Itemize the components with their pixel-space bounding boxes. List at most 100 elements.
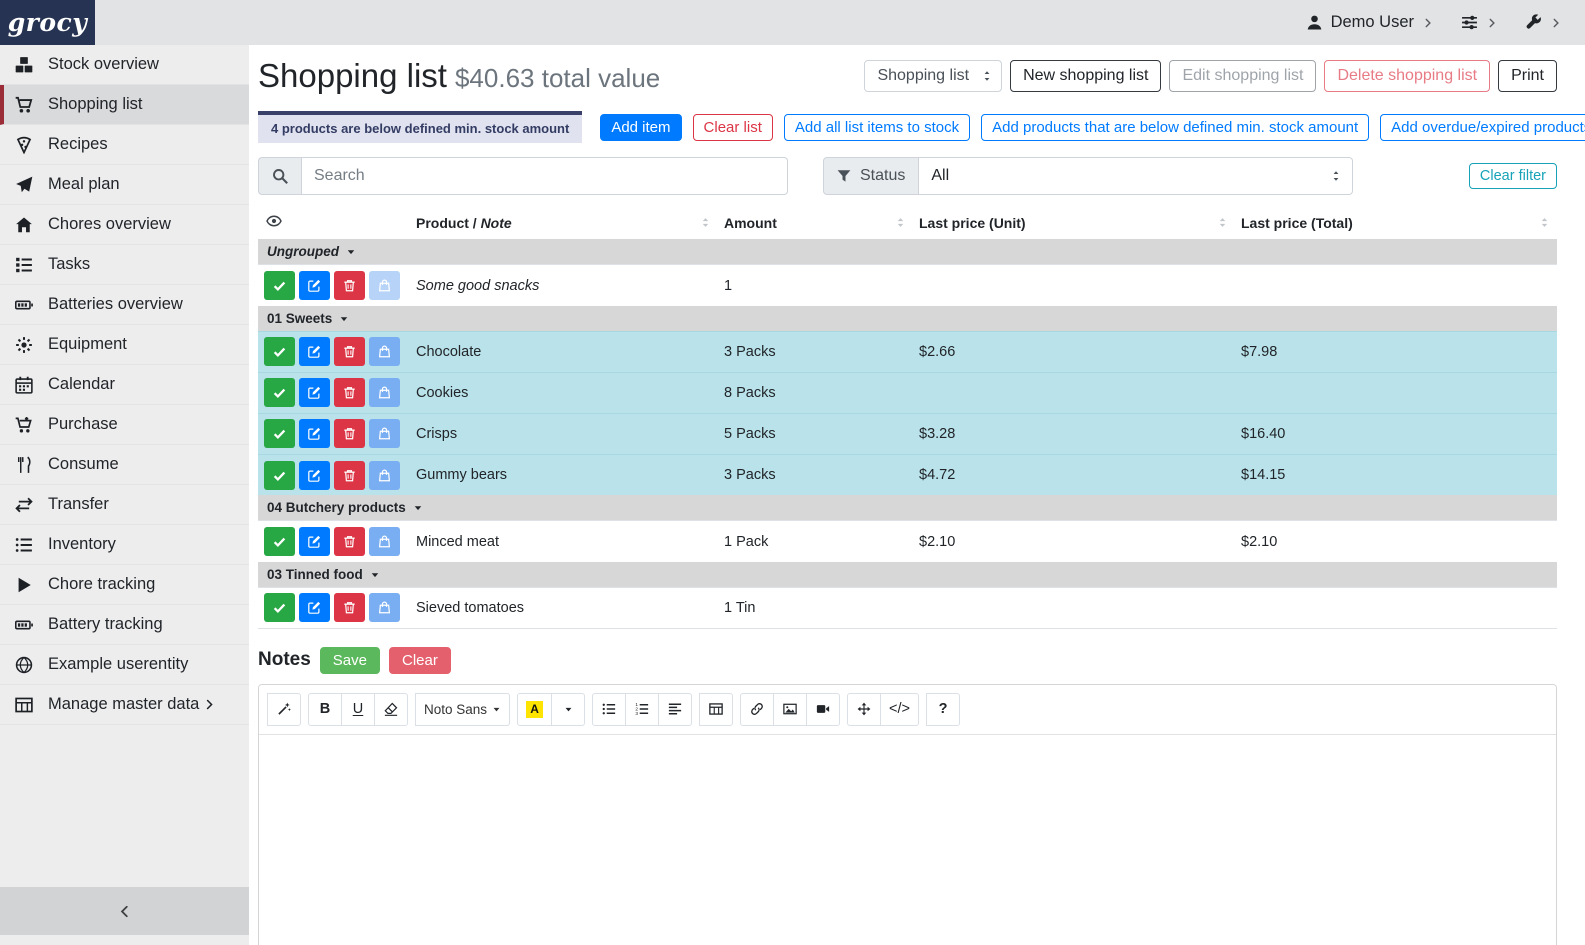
sidebar-item-calendar[interactable]: Calendar xyxy=(0,365,249,405)
edit-shopping-list-button[interactable]: Edit shopping list xyxy=(1169,60,1316,92)
row-edit-button[interactable] xyxy=(299,271,330,300)
sidebar-item-equipment[interactable]: Equipment xyxy=(0,325,249,365)
notes-editor[interactable] xyxy=(259,735,1556,945)
sidebar-item-manage-master-data[interactable]: Manage master data xyxy=(0,685,249,725)
new-shopping-list-button[interactable]: New shopping list xyxy=(1010,60,1161,92)
sidebar-item-stock-overview[interactable]: Stock overview xyxy=(0,45,249,85)
edit-icon xyxy=(308,279,321,292)
sidebar-item-recipes[interactable]: Recipes xyxy=(0,125,249,165)
row-delete-button[interactable] xyxy=(334,527,365,556)
user-menu[interactable]: Demo User xyxy=(1306,13,1433,32)
notes-clear-button[interactable]: Clear xyxy=(389,647,451,674)
row-mark-done-button[interactable] xyxy=(264,419,295,448)
paragraph-style-button[interactable] xyxy=(658,693,692,726)
insert-video-button[interactable] xyxy=(806,693,840,726)
sidebar-collapse-button[interactable] xyxy=(0,887,249,935)
underline-button[interactable]: U xyxy=(341,693,375,726)
sidebar-item-chores-overview[interactable]: Chores overview xyxy=(0,205,249,245)
row-delete-button[interactable] xyxy=(334,461,365,490)
row-delete-button[interactable] xyxy=(334,378,365,407)
row-edit-button[interactable] xyxy=(299,337,330,366)
row-mark-done-button[interactable] xyxy=(264,461,295,490)
font-color-button[interactable]: A xyxy=(517,693,552,726)
insert-table-button[interactable] xyxy=(699,693,733,726)
row-delete-button[interactable] xyxy=(334,593,365,622)
row-add-to-stock-button[interactable] xyxy=(369,271,400,300)
row-add-to-stock-button[interactable] xyxy=(369,378,400,407)
column-amount[interactable]: Amount xyxy=(718,208,913,239)
sidebar-item-tasks[interactable]: Tasks xyxy=(0,245,249,285)
clear-formatting-button[interactable] xyxy=(374,693,408,726)
cart-plus-icon xyxy=(15,416,37,434)
search-input[interactable] xyxy=(302,157,788,195)
fullscreen-button[interactable] xyxy=(847,693,881,726)
product-group-row-01-sweets[interactable]: 01 Sweets xyxy=(258,306,1557,332)
add-all-to-stock-button[interactable]: Add all list items to stock xyxy=(784,114,970,141)
product-group-row-ungrouped[interactable]: Ungrouped xyxy=(258,239,1557,265)
row-mark-done-button[interactable] xyxy=(264,527,295,556)
sidebar-item-transfer[interactable]: Transfer xyxy=(0,485,249,525)
row-delete-button[interactable] xyxy=(334,271,365,300)
sidebar-item-batteries-overview[interactable]: Batteries overview xyxy=(0,285,249,325)
insert-link-button[interactable] xyxy=(740,693,774,726)
row-edit-button[interactable] xyxy=(299,378,330,407)
status-select[interactable]: All xyxy=(919,157,1353,195)
font-color-dropdown-button[interactable] xyxy=(551,693,585,726)
sidebar-item-meal-plan[interactable]: Meal plan xyxy=(0,165,249,205)
row-edit-button[interactable] xyxy=(299,461,330,490)
sidebar-item-shopping-list[interactable]: Shopping list xyxy=(0,85,249,125)
below-min-stock-notice[interactable]: 4 products are below defined min. stock … xyxy=(258,111,582,143)
unordered-list-button[interactable] xyxy=(592,693,626,726)
sidebar-nav: Stock overview Shopping list Recipes Mea… xyxy=(0,45,249,725)
sidebar-item-inventory[interactable]: Inventory xyxy=(0,525,249,565)
sidebar-item-example-userentity[interactable]: Example userentity xyxy=(0,645,249,685)
product-group-row-04-butchery-products[interactable]: 04 Butchery products xyxy=(258,495,1557,521)
row-add-to-stock-button[interactable] xyxy=(369,419,400,448)
code-view-button[interactable]: </> xyxy=(880,693,919,726)
sidebar-item-chore-tracking[interactable]: Chore tracking xyxy=(0,565,249,605)
row-add-to-stock-button[interactable] xyxy=(369,593,400,622)
ordered-list-button[interactable]: 123 xyxy=(625,693,659,726)
link-icon xyxy=(750,702,764,716)
row-edit-button[interactable] xyxy=(299,419,330,448)
sidebar-item-battery-tracking[interactable]: Battery tracking xyxy=(0,605,249,645)
row-mark-done-button[interactable] xyxy=(264,593,295,622)
row-edit-button[interactable] xyxy=(299,527,330,556)
row-add-to-stock-button[interactable] xyxy=(369,527,400,556)
shopping-list-select[interactable]: Shopping list xyxy=(864,60,1002,92)
sidebar-item-purchase[interactable]: Purchase xyxy=(0,405,249,445)
column-last-price-total[interactable]: Last price (Total) xyxy=(1235,208,1557,239)
row-add-to-stock-button[interactable] xyxy=(369,337,400,366)
bold-button[interactable]: B xyxy=(308,693,342,726)
row-mark-done-button[interactable] xyxy=(264,378,295,407)
magic-style-button[interactable] xyxy=(267,693,301,726)
list-icon xyxy=(15,536,37,554)
display-settings-menu[interactable] xyxy=(1461,14,1497,31)
clear-list-button[interactable]: Clear list xyxy=(693,114,773,141)
help-button[interactable]: ? xyxy=(926,693,960,726)
row-mark-done-button[interactable] xyxy=(264,337,295,366)
eye-toggle-icon[interactable] xyxy=(266,213,282,229)
font-family-select[interactable]: Noto Sans xyxy=(415,693,510,726)
row-add-to-stock-button[interactable] xyxy=(369,461,400,490)
insert-picture-button[interactable] xyxy=(773,693,807,726)
row-delete-button[interactable] xyxy=(334,419,365,448)
print-button[interactable]: Print xyxy=(1498,60,1557,92)
notes-save-button[interactable]: Save xyxy=(320,647,380,674)
column-product-note[interactable]: Product / Note xyxy=(410,208,718,239)
product-group-row-03-tinned-food[interactable]: 03 Tinned food xyxy=(258,562,1557,588)
row-delete-button[interactable] xyxy=(334,337,365,366)
delete-shopping-list-button[interactable]: Delete shopping list xyxy=(1324,60,1490,92)
clear-filter-button[interactable]: Clear filter xyxy=(1469,163,1557,189)
app-logo[interactable]: grocy xyxy=(0,0,95,45)
add-item-button[interactable]: Add item xyxy=(600,114,681,141)
shopping-list-row-sieved-tomatoes: Sieved tomatoes 1 Tin xyxy=(258,587,1557,628)
sidebar-item-consume[interactable]: Consume xyxy=(0,445,249,485)
row-mark-done-button[interactable] xyxy=(264,271,295,300)
admin-settings-menu[interactable] xyxy=(1525,14,1561,31)
column-last-price-unit[interactable]: Last price (Unit) xyxy=(913,208,1235,239)
add-overdue-button[interactable]: Add overdue/expired products xyxy=(1380,114,1585,141)
row-edit-button[interactable] xyxy=(299,593,330,622)
add-below-min-stock-button[interactable]: Add products that are below defined min.… xyxy=(981,114,1369,141)
battery-icon xyxy=(15,616,37,634)
